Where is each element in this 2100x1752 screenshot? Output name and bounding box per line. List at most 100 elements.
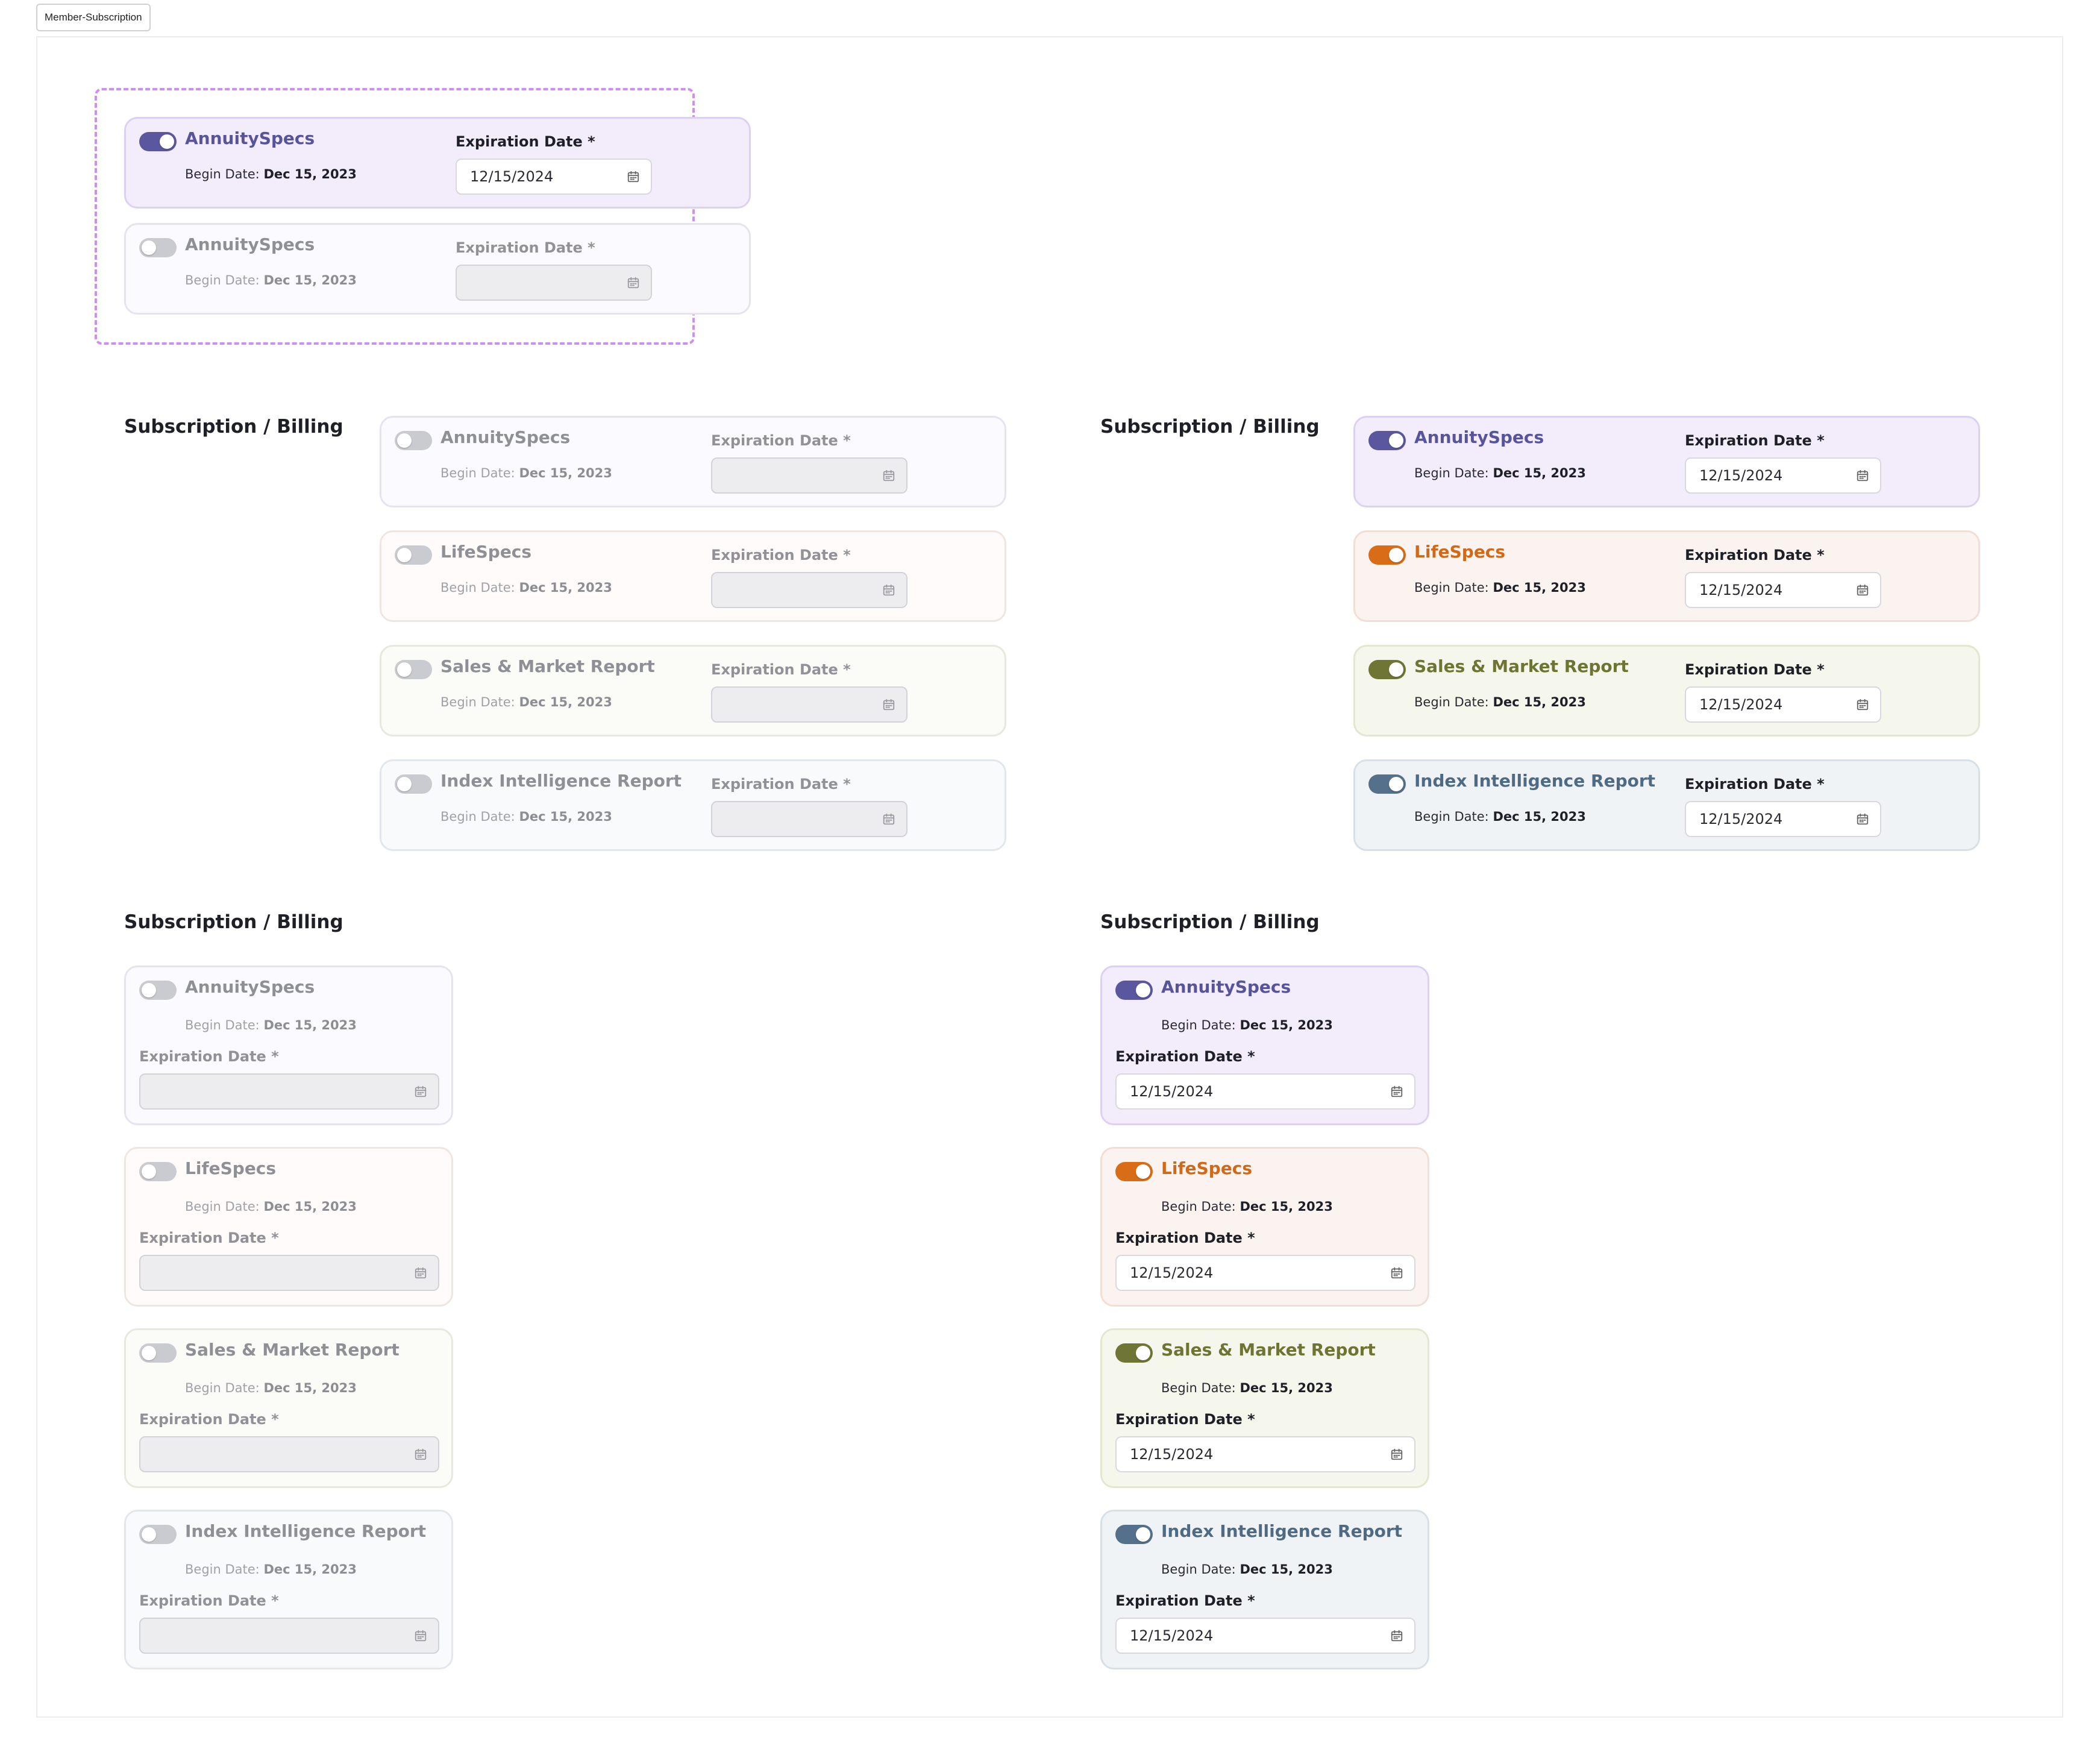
product-name: Index Intelligence Report [440, 771, 682, 791]
begin-date-value: Dec 15, 2023 [1493, 809, 1586, 824]
calendar-icon[interactable] [1856, 583, 1869, 597]
begin-date: Begin Date: Dec 15, 2023 [1414, 809, 1586, 824]
product-name: AnnuitySpecs [185, 234, 315, 254]
subscription-toggle[interactable] [1115, 981, 1153, 1000]
expiration-date-input[interactable]: 12/15/2024 [1685, 572, 1881, 608]
expiration-date-label: Expiration Date * [139, 1592, 279, 1609]
subscription-toggle[interactable] [139, 1525, 177, 1544]
expiration-date-input[interactable] [456, 265, 652, 301]
calendar-icon[interactable] [1856, 469, 1869, 482]
expiration-date-label: Expiration Date * [711, 661, 851, 678]
product-name: LifeSpecs [185, 1158, 277, 1178]
calendar-icon[interactable] [882, 469, 895, 482]
begin-date-label: Begin Date: [185, 1381, 260, 1395]
subscription-toggle[interactable] [1115, 1343, 1153, 1363]
expiration-date-input[interactable]: 12/15/2024 [1685, 686, 1881, 723]
calendar-icon[interactable] [1390, 1448, 1403, 1461]
subscription-card: LifeSpecs Begin Date: Dec 15, 2023 Expirat… [1100, 1147, 1429, 1307]
expiration-date-value: 12/15/2024 [1130, 1446, 1214, 1463]
calendar-icon[interactable] [1390, 1629, 1403, 1642]
begin-date-value: Dec 15, 2023 [519, 580, 612, 595]
product-name: LifeSpecs [1414, 542, 1506, 562]
toggle-knob [142, 1164, 156, 1179]
subscription-toggle[interactable] [1368, 660, 1406, 679]
subscription-toggle[interactable] [1368, 545, 1406, 565]
calendar-icon[interactable] [414, 1085, 427, 1098]
calendar-icon[interactable] [1390, 1266, 1403, 1279]
product-name: Index Intelligence Report [185, 1521, 427, 1541]
begin-date-value: Dec 15, 2023 [519, 809, 612, 824]
begin-date-value: Dec 15, 2023 [1240, 1199, 1333, 1214]
begin-date-value: Dec 15, 2023 [263, 1018, 357, 1032]
expiration-date-input[interactable] [711, 801, 907, 837]
subscription-toggle[interactable] [1115, 1162, 1153, 1181]
calendar-icon[interactable] [627, 170, 640, 183]
product-name: Index Intelligence Report [1161, 1521, 1403, 1541]
calendar-icon[interactable] [414, 1448, 427, 1461]
subscription-toggle[interactable] [139, 132, 177, 151]
expiration-date-input[interactable] [139, 1073, 439, 1110]
toggle-knob [142, 240, 156, 255]
expiration-date-input[interactable] [711, 457, 907, 494]
expiration-date-label: Expiration Date * [1685, 547, 1825, 564]
begin-date-value: Dec 15, 2023 [519, 695, 612, 709]
expiration-date-input[interactable]: 12/15/2024 [1115, 1618, 1415, 1654]
expiration-date-input[interactable] [711, 686, 907, 723]
begin-date-label: Begin Date: [185, 1562, 260, 1577]
calendar-icon[interactable] [882, 583, 895, 597]
expiration-date-input[interactable]: 12/15/2024 [1115, 1436, 1415, 1472]
subscription-toggle[interactable] [139, 1343, 177, 1363]
calendar-icon[interactable] [414, 1266, 427, 1279]
subscription-toggle[interactable] [395, 660, 432, 679]
begin-date-label: Begin Date: [1414, 809, 1489, 824]
expiration-date-input[interactable]: 12/15/2024 [1115, 1255, 1415, 1291]
toggle-knob [160, 134, 174, 149]
expiration-date-input[interactable] [139, 1436, 439, 1472]
subscription-toggle[interactable] [1115, 1525, 1153, 1544]
toggle-knob [1389, 777, 1403, 791]
begin-date-label: Begin Date: [1414, 695, 1489, 709]
expiration-date-input[interactable]: 12/15/2024 [1685, 457, 1881, 494]
begin-date: Begin Date: Dec 15, 2023 [440, 466, 612, 480]
begin-date-value: Dec 15, 2023 [1240, 1562, 1333, 1577]
expiration-date-input[interactable] [139, 1255, 439, 1291]
toggle-knob [397, 433, 412, 448]
calendar-icon[interactable] [1856, 812, 1869, 826]
begin-date: Begin Date: Dec 15, 2023 [185, 1199, 357, 1214]
subscription-toggle[interactable] [1368, 774, 1406, 794]
expiration-date-input[interactable]: 12/15/2024 [456, 159, 652, 195]
product-name: AnnuitySpecs [185, 977, 315, 997]
subscription-toggle[interactable] [395, 545, 432, 565]
calendar-icon[interactable] [882, 812, 895, 826]
begin-date: Begin Date: Dec 15, 2023 [440, 695, 612, 709]
begin-date-label: Begin Date: [440, 580, 515, 595]
subscription-toggle[interactable] [139, 981, 177, 1000]
subscription-toggle[interactable] [395, 774, 432, 794]
calendar-icon[interactable] [627, 276, 640, 289]
toggle-knob [142, 983, 156, 997]
begin-date: Begin Date: Dec 15, 2023 [1414, 466, 1586, 480]
subscription-toggle[interactable] [139, 1162, 177, 1181]
toggle-knob [397, 662, 412, 677]
expiration-date-input[interactable] [711, 572, 907, 608]
toggle-knob [1389, 548, 1403, 562]
begin-date-label: Begin Date: [185, 1018, 260, 1032]
calendar-icon[interactable] [882, 698, 895, 711]
calendar-icon[interactable] [1856, 698, 1869, 711]
calendar-icon[interactable] [414, 1629, 427, 1642]
subscription-toggle[interactable] [139, 238, 177, 257]
begin-date: Begin Date: Dec 15, 2023 [1161, 1562, 1333, 1577]
expiration-date-value: 12/15/2024 [1699, 811, 1783, 827]
begin-date-value: Dec 15, 2023 [263, 167, 357, 181]
begin-date-value: Dec 15, 2023 [519, 466, 612, 480]
subscription-card: AnnuitySpecs Begin Date: Dec 15, 2023 Expi… [380, 416, 1006, 507]
expiration-date-input[interactable] [139, 1618, 439, 1654]
calendar-icon[interactable] [1390, 1085, 1403, 1098]
expiration-date-label: Expiration Date * [139, 1048, 279, 1065]
subscription-toggle[interactable] [1368, 431, 1406, 450]
expiration-date-input[interactable]: 12/15/2024 [1685, 801, 1881, 837]
expiration-date-input[interactable]: 12/15/2024 [1115, 1073, 1415, 1110]
subscription-toggle[interactable] [395, 431, 432, 450]
expiration-date-value: 12/15/2024 [1130, 1627, 1214, 1644]
expiration-date-label: Expiration Date * [1115, 1411, 1255, 1428]
